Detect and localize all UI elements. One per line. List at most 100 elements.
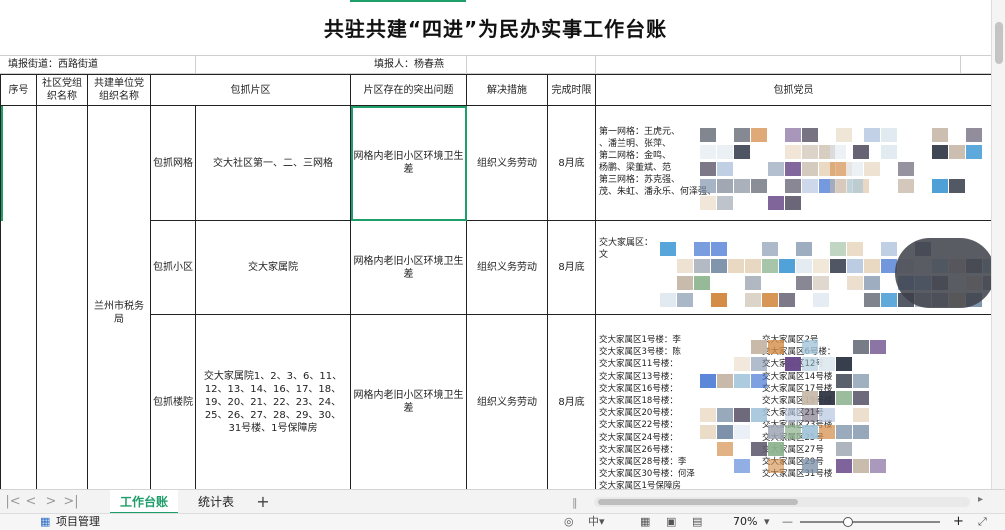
header-members[interactable]: 包抓党员 bbox=[596, 74, 991, 106]
row1-measure[interactable]: 组织义务劳动 bbox=[467, 106, 548, 221]
privacy-mosaic-block bbox=[802, 145, 818, 159]
privacy-mosaic-block bbox=[802, 128, 818, 142]
street-label[interactable]: 填报街道：西路街道 bbox=[8, 56, 98, 73]
privacy-mosaic-block bbox=[677, 276, 693, 290]
sheet-title[interactable]: 共驻共建“四进”为民办实事工作台账 bbox=[0, 0, 991, 55]
header-area[interactable]: 包抓片区 bbox=[151, 74, 351, 106]
row3-members[interactable]: 交大家属区1号楼：李 交大家属区3号楼：陈 交大家属区11号楼： 交大家属区13… bbox=[596, 315, 991, 489]
privacy-mosaic-block bbox=[751, 374, 767, 388]
cell-partner-org[interactable]: 兰州市税务局 bbox=[88, 106, 151, 489]
row1-problem[interactable]: 网格内老旧小区环境卫生差 bbox=[351, 106, 467, 221]
privacy-mosaic-block bbox=[717, 179, 733, 193]
privacy-mosaic-block bbox=[830, 242, 846, 256]
row3-measure[interactable]: 组织义务劳动 bbox=[467, 315, 548, 489]
zoom-out-icon[interactable]: — bbox=[782, 515, 793, 529]
prev-sheet-icon[interactable]: < bbox=[22, 493, 40, 511]
normal-view-icon[interactable]: ▦ bbox=[640, 515, 650, 529]
project-icon[interactable]: ▦ bbox=[40, 515, 50, 529]
cell-community-org[interactable] bbox=[37, 106, 88, 489]
header-deadline[interactable]: 完成时限 bbox=[548, 74, 596, 106]
privacy-mosaic-block bbox=[853, 391, 869, 405]
row3-problem[interactable]: 网格内老旧小区环境卫生差 bbox=[351, 315, 467, 489]
eye-protection-icon[interactable]: ◎ bbox=[564, 515, 574, 529]
header-partner-org[interactable]: 共建单位党组织名称 bbox=[88, 74, 151, 106]
privacy-mosaic-block bbox=[819, 425, 835, 439]
first-sheet-icon[interactable]: |< bbox=[4, 493, 22, 511]
zoom-slider-knob[interactable] bbox=[843, 517, 853, 527]
scroll-right-icon[interactable]: ▸ bbox=[978, 494, 983, 505]
add-sheet-icon[interactable]: + bbox=[253, 491, 273, 513]
privacy-mosaic-block bbox=[819, 391, 835, 405]
privacy-mosaic-block bbox=[796, 276, 812, 290]
row1-area[interactable]: 交大社区第一、二、三网格 bbox=[196, 106, 351, 221]
privacy-mosaic-block bbox=[853, 459, 869, 473]
privacy-mosaic-block bbox=[717, 408, 733, 422]
row2-deadline[interactable]: 8月底 bbox=[548, 221, 596, 315]
vertical-scrollbar-thumb[interactable] bbox=[995, 22, 1003, 64]
privacy-mosaic-block bbox=[932, 179, 948, 193]
row2-problem[interactable]: 网格内老旧小区环境卫生差 bbox=[351, 221, 467, 315]
member-line: 交大家属区30号楼：何泽 bbox=[599, 469, 695, 480]
zoom-in-icon[interactable]: + bbox=[953, 515, 964, 529]
zoom-level[interactable]: 70% bbox=[733, 515, 757, 529]
language-icon[interactable]: 中▾ bbox=[588, 515, 605, 529]
vertical-scrollbar[interactable] bbox=[991, 0, 1005, 489]
privacy-mosaic-block bbox=[785, 145, 801, 159]
member-line: 交大家属区16号楼： bbox=[599, 383, 678, 394]
header-measure[interactable]: 解决措施 bbox=[467, 74, 548, 106]
header-problem[interactable]: 片区存在的突出问题 bbox=[351, 74, 467, 106]
zoom-dropdown-icon[interactable]: ▾ bbox=[764, 515, 770, 529]
last-sheet-icon[interactable]: >| bbox=[62, 493, 80, 511]
header-index[interactable]: 序号 bbox=[0, 74, 37, 106]
row3-area[interactable]: 交大家属院1、2、3、6、11、12、13、14、16、17、18、19、20、… bbox=[196, 315, 351, 489]
privacy-mosaic-block bbox=[785, 196, 801, 210]
row1-deadline[interactable]: 8月底 bbox=[548, 106, 596, 221]
privacy-mosaic-block bbox=[779, 293, 795, 307]
privacy-mosaic-block bbox=[853, 340, 869, 354]
privacy-mosaic-block bbox=[751, 128, 767, 142]
member-line: 交大家属区20号楼： bbox=[599, 408, 678, 419]
splitter-icon[interactable]: ‖ bbox=[572, 496, 578, 509]
privacy-mosaic-block bbox=[881, 242, 897, 256]
spreadsheet-grid[interactable]: 共驻共建“四进”为民办实事工作台账 填报街道：西路街道 填报人：杨春燕 序号 社… bbox=[0, 0, 991, 489]
tab-work-ledger[interactable]: 工作台账 bbox=[110, 490, 178, 514]
privacy-mosaic-block bbox=[853, 374, 869, 388]
reporter-label[interactable]: 填报人：杨春燕 bbox=[374, 56, 444, 73]
privacy-mosaic-block bbox=[751, 357, 767, 371]
row2-area[interactable]: 交大家属院 bbox=[196, 221, 351, 315]
privacy-mosaic-block bbox=[864, 162, 880, 176]
privacy-mosaic-block bbox=[836, 374, 852, 388]
header-community-org[interactable]: 社区党组织名称 bbox=[37, 74, 88, 106]
privacy-mosaic-block bbox=[717, 162, 733, 176]
privacy-mosaic-block bbox=[711, 259, 727, 273]
fullscreen-icon[interactable]: ⤢ bbox=[978, 515, 987, 529]
row2-measure[interactable]: 组织义务劳动 bbox=[467, 221, 548, 315]
row3-deadline[interactable]: 8月底 bbox=[548, 315, 596, 489]
row2-type[interactable]: 包抓小区 bbox=[151, 221, 196, 315]
horizontal-scrollbar[interactable] bbox=[594, 497, 970, 507]
page-break-icon[interactable]: ▤ bbox=[692, 515, 702, 529]
row1-type[interactable]: 包抓网格 bbox=[151, 106, 196, 221]
privacy-mosaic-block bbox=[796, 259, 812, 273]
privacy-mosaic-block bbox=[881, 128, 897, 142]
member-line: 交大家属区18号楼： bbox=[599, 396, 678, 407]
cell-index[interactable] bbox=[0, 106, 37, 489]
tab-statistics[interactable]: 统计表 bbox=[186, 490, 246, 514]
privacy-mosaic-block bbox=[864, 128, 880, 142]
privacy-mosaic-block bbox=[847, 259, 863, 273]
privacy-mosaic-block bbox=[802, 357, 818, 371]
privacy-mosaic-block bbox=[853, 145, 869, 159]
privacy-mosaic-block bbox=[694, 276, 710, 290]
zoom-slider[interactable] bbox=[800, 521, 940, 523]
page-layout-icon[interactable]: ▣ bbox=[666, 515, 676, 529]
horizontal-scrollbar-thumb[interactable] bbox=[598, 499, 798, 505]
privacy-mosaic-block bbox=[802, 179, 818, 193]
privacy-mosaic-block bbox=[745, 293, 761, 307]
privacy-mosaic-block bbox=[711, 242, 727, 256]
project-label[interactable]: 项目管理 bbox=[56, 515, 100, 529]
row3-type[interactable]: 包抓楼院 bbox=[151, 315, 196, 489]
privacy-mosaic-block bbox=[949, 179, 965, 193]
next-sheet-icon[interactable]: > bbox=[42, 493, 60, 511]
sheet-tab-bar: |< < > >| 工作台账 统计表 + ‖ ▸ bbox=[0, 489, 1005, 514]
member-line: 交大家属区3号楼：陈 bbox=[599, 347, 681, 358]
